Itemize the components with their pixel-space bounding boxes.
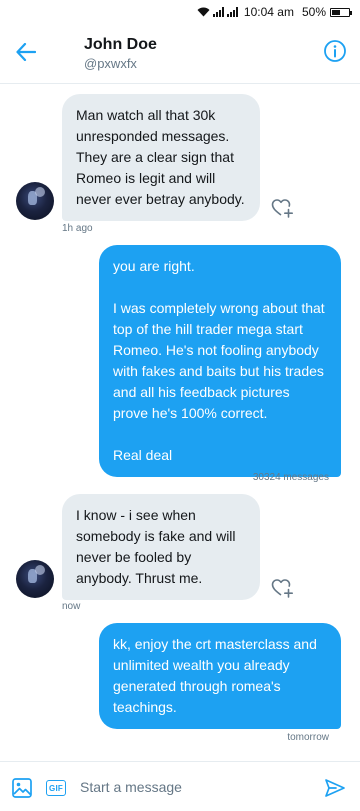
status-bar: 10:04 am 50%: [0, 0, 360, 24]
message-bubble-incoming[interactable]: Man watch all that 30k unresponded messa…: [62, 94, 260, 221]
message-composer: GIF: [0, 761, 360, 811]
info-circle-icon: [324, 40, 346, 62]
signal-icon-secondary: [226, 7, 238, 17]
avatar[interactable]: [16, 560, 54, 598]
avatar[interactable]: [16, 182, 54, 220]
message-timestamp: 1h ago: [62, 223, 93, 234]
info-button[interactable]: [322, 38, 348, 64]
status-icons: [197, 7, 238, 17]
arrow-left-icon: [16, 43, 36, 61]
battery-percent: 50%: [301, 5, 326, 19]
signal-icon: [212, 7, 224, 17]
message-input[interactable]: [70, 774, 316, 800]
contact-handle: @pxwxfx: [84, 56, 137, 71]
message-bubble-incoming[interactable]: I know - i see when somebody is fake and…: [62, 494, 260, 600]
conversation-header: John Doe @pxwxfx: [0, 24, 360, 84]
message-timestamp: now: [62, 601, 81, 612]
message-list[interactable]: Man watch all that 30k unresponded messa…: [0, 85, 360, 760]
message-status: 30324 messages: [252, 472, 329, 483]
battery-icon: [330, 7, 352, 17]
back-button[interactable]: [12, 38, 40, 66]
message-bubble-outgoing[interactable]: kk, enjoy the crt masterclass and unlimi…: [99, 623, 341, 729]
gif-button[interactable]: GIF: [46, 780, 66, 796]
wifi-icon: [197, 7, 210, 17]
battery-fill: [332, 9, 340, 15]
heart-plus-icon[interactable]: [270, 576, 294, 600]
status-time: 10:04 am: [243, 5, 294, 19]
send-icon[interactable]: [324, 777, 346, 799]
contact-name[interactable]: John Doe: [84, 36, 157, 54]
image-icon[interactable]: [11, 777, 33, 799]
message-timestamp: tomorrow: [287, 732, 329, 743]
heart-plus-icon[interactable]: [270, 196, 294, 220]
message-bubble-outgoing[interactable]: you are right. I was completely wrong ab…: [99, 245, 341, 477]
